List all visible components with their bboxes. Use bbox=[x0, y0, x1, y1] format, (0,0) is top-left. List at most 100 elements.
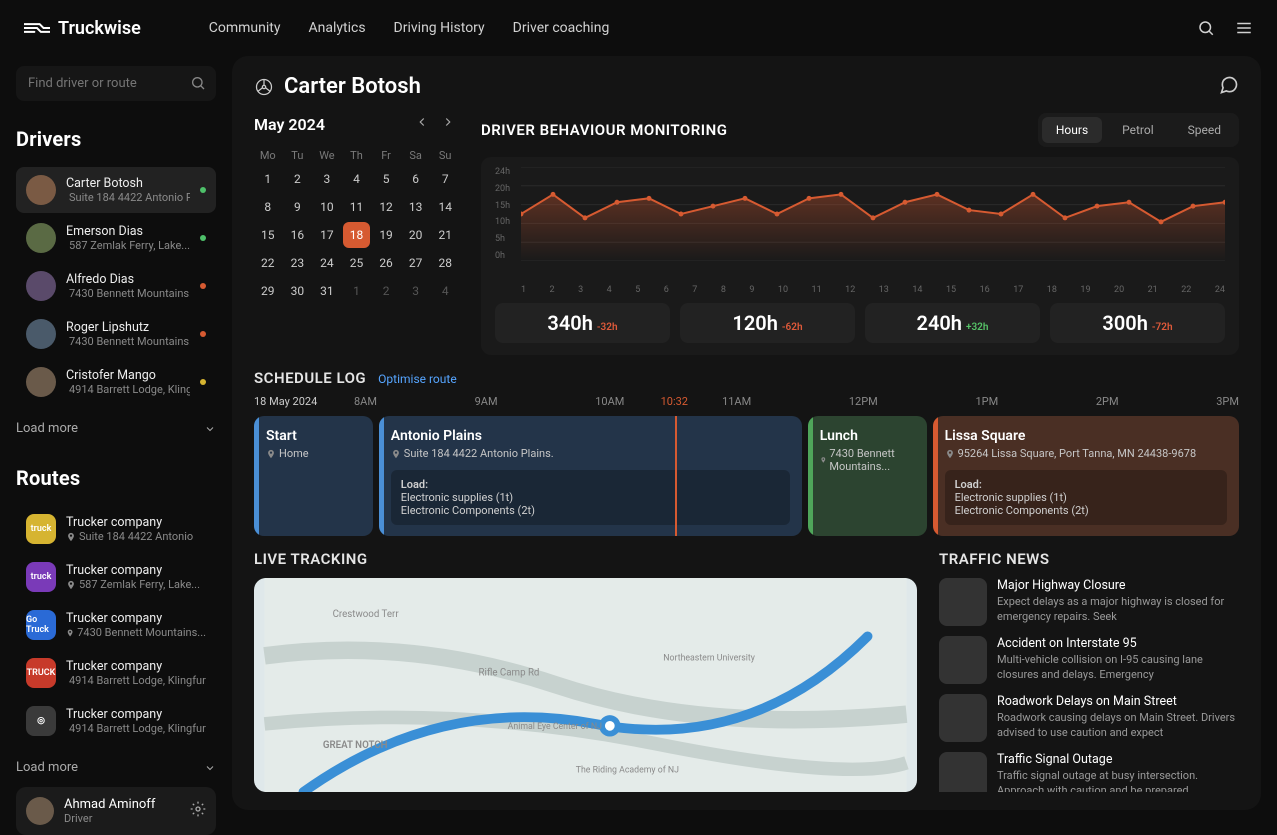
nav-driver-coaching[interactable]: Driver coaching bbox=[513, 20, 610, 36]
calendar-day[interactable]: 12 bbox=[372, 194, 400, 220]
block-title: Start bbox=[266, 428, 361, 444]
tab-hours[interactable]: Hours bbox=[1042, 117, 1102, 143]
map[interactable]: Crestwood Terr Rifle Camp Rd GREAT NOTCH… bbox=[254, 578, 917, 792]
driver-item[interactable]: Carter BotoshSuite 184 4422 Antonio Plai… bbox=[16, 167, 216, 213]
sidebar-search bbox=[16, 66, 216, 101]
calendar-day[interactable]: 21 bbox=[431, 222, 459, 248]
news-item[interactable]: Traffic Signal OutageTraffic signal outa… bbox=[939, 752, 1239, 792]
calendar-day[interactable]: 7 bbox=[431, 166, 459, 192]
calendar-day[interactable]: 11 bbox=[343, 194, 371, 220]
calendar-day[interactable]: 6 bbox=[402, 166, 430, 192]
calendar-day[interactable]: 30 bbox=[284, 278, 312, 304]
calendar-day[interactable]: 29 bbox=[254, 278, 282, 304]
calendar-day[interactable]: 4 bbox=[343, 166, 371, 192]
calendar-day[interactable]: 1 bbox=[343, 278, 371, 304]
stat-delta: +32h bbox=[966, 322, 989, 333]
profile-card[interactable]: Ahmad Aminoff Driver bbox=[16, 787, 216, 835]
gear-icon[interactable] bbox=[190, 801, 206, 821]
tab-petrol[interactable]: Petrol bbox=[1108, 117, 1168, 143]
calendar-day[interactable]: 2 bbox=[284, 166, 312, 192]
svg-text:The Riding Academy of NJ: The Riding Academy of NJ bbox=[576, 766, 679, 776]
schedule-timerow: 18 May 2024 8AM9AM10AM11AM12PM1PM2PM3PM1… bbox=[254, 395, 1239, 408]
schedule-panel: SCHEDULE LOG Optimise route 18 May 2024 … bbox=[254, 369, 1239, 536]
load-more-drivers[interactable]: Load more bbox=[16, 421, 216, 436]
avatar bbox=[26, 319, 56, 349]
calendar-next[interactable] bbox=[437, 113, 459, 135]
company-logo: TRUCK bbox=[26, 658, 56, 688]
route-item[interactable]: TRUCKTrucker company4914 Barrett Lodge, … bbox=[16, 650, 216, 696]
calendar-prev[interactable] bbox=[411, 113, 433, 135]
load-more-routes[interactable]: Load more bbox=[16, 760, 216, 775]
driver-location: 7430 Bennett Mountains... bbox=[66, 287, 190, 300]
search-input[interactable] bbox=[16, 66, 216, 101]
chevron-down-icon bbox=[204, 762, 216, 774]
calendar-day[interactable]: 23 bbox=[284, 250, 312, 276]
dow: Su bbox=[431, 145, 459, 166]
calendar-day[interactable]: 2 bbox=[372, 278, 400, 304]
status-dot bbox=[200, 235, 206, 241]
schedule-block[interactable]: StartHome bbox=[254, 416, 373, 536]
news-headline: Roadwork Delays on Main Street bbox=[997, 694, 1239, 709]
calendar-day[interactable]: 9 bbox=[284, 194, 312, 220]
stat-value: 300h bbox=[1102, 311, 1147, 335]
calendar-day[interactable]: 26 bbox=[372, 250, 400, 276]
calendar-day[interactable]: 28 bbox=[431, 250, 459, 276]
news-headline: Traffic Signal Outage bbox=[997, 752, 1239, 767]
calendar-day[interactable]: 31 bbox=[313, 278, 341, 304]
driver-item[interactable]: Roger Lipshutz7430 Bennett Mountains... bbox=[16, 311, 216, 357]
calendar-day[interactable]: 8 bbox=[254, 194, 282, 220]
calendar-day[interactable]: 24 bbox=[313, 250, 341, 276]
calendar-day[interactable]: 10 bbox=[313, 194, 341, 220]
route-item[interactable]: Go TruckTrucker company7430 Bennett Moun… bbox=[16, 602, 216, 648]
news-item[interactable]: Roadwork Delays on Main StreetRoadwork c… bbox=[939, 694, 1239, 742]
main-panel: Carter Botosh May 2024 MoTuWeThFrSaSu 12… bbox=[232, 56, 1261, 810]
news-item[interactable]: Major Highway ClosureExpect delays as a … bbox=[939, 578, 1239, 626]
calendar-day[interactable]: 13 bbox=[402, 194, 430, 220]
calendar-day[interactable]: 15 bbox=[254, 222, 282, 248]
route-item[interactable]: truckTrucker companySuite 184 4422 Anton… bbox=[16, 506, 216, 552]
news-description: Expect delays as a major highway is clos… bbox=[997, 595, 1239, 625]
nav-driving-history[interactable]: Driving History bbox=[394, 20, 485, 36]
driver-item[interactable]: Emerson Dias587 Zemlak Ferry, Lake... bbox=[16, 215, 216, 261]
search-icon[interactable] bbox=[190, 75, 206, 95]
news-list: Major Highway ClosureExpect delays as a … bbox=[939, 578, 1239, 792]
news-item[interactable]: Accident on Interstate 95Multi-vehicle c… bbox=[939, 636, 1239, 684]
chat-icon[interactable] bbox=[1219, 75, 1239, 99]
route-location: 4914 Barrett Lodge, Klingfur... bbox=[66, 722, 206, 735]
stat-delta: -72h bbox=[1152, 322, 1173, 333]
logo[interactable]: Truckwise bbox=[24, 18, 141, 39]
schedule-block[interactable]: Antonio Plains Suite 184 4422 Antonio Pla… bbox=[379, 416, 802, 536]
calendar-day[interactable]: 14 bbox=[431, 194, 459, 220]
calendar-day[interactable]: 3 bbox=[402, 278, 430, 304]
menu-icon[interactable] bbox=[1235, 19, 1253, 37]
block-sub: Suite 184 4422 Antonio Plains. bbox=[391, 447, 790, 460]
calendar-day[interactable]: 1 bbox=[254, 166, 282, 192]
nav-community[interactable]: Community bbox=[209, 20, 281, 36]
block-sub: 7430 Bennett Mountains... bbox=[820, 447, 915, 473]
row-calendar-monitor: May 2024 MoTuWeThFrSaSu 1234567891011121… bbox=[254, 113, 1239, 355]
calendar-day[interactable]: 4 bbox=[431, 278, 459, 304]
schedule-block[interactable]: Lissa Square95264 Lissa Square, Port Tan… bbox=[933, 416, 1239, 536]
block-title: Antonio Plains bbox=[391, 428, 790, 444]
optimise-route-link[interactable]: Optimise route bbox=[378, 372, 457, 386]
hour-label: 8AM bbox=[354, 395, 377, 408]
calendar-day[interactable]: 5 bbox=[372, 166, 400, 192]
main-header: Carter Botosh bbox=[254, 74, 1239, 99]
driver-item[interactable]: Alfredo Dias7430 Bennett Mountains... bbox=[16, 263, 216, 309]
schedule-block[interactable]: Lunch7430 Bennett Mountains... bbox=[808, 416, 927, 536]
calendar-day[interactable]: 18 bbox=[343, 222, 371, 248]
nav-analytics[interactable]: Analytics bbox=[309, 20, 366, 36]
calendar-day[interactable]: 25 bbox=[343, 250, 371, 276]
calendar-day[interactable]: 17 bbox=[313, 222, 341, 248]
calendar-day[interactable]: 16 bbox=[284, 222, 312, 248]
driver-item[interactable]: Cristofer Mango4914 Barrett Lodge, Kling… bbox=[16, 359, 216, 405]
calendar-day[interactable]: 20 bbox=[402, 222, 430, 248]
calendar-day[interactable]: 22 bbox=[254, 250, 282, 276]
route-item[interactable]: truckTrucker company587 Zemlak Ferry, La… bbox=[16, 554, 216, 600]
tab-speed[interactable]: Speed bbox=[1174, 117, 1235, 143]
search-icon[interactable] bbox=[1197, 19, 1215, 37]
calendar-day[interactable]: 19 bbox=[372, 222, 400, 248]
route-item[interactable]: ◎Trucker company4914 Barrett Lodge, Klin… bbox=[16, 698, 216, 744]
calendar-day[interactable]: 3 bbox=[313, 166, 341, 192]
calendar-day[interactable]: 27 bbox=[402, 250, 430, 276]
